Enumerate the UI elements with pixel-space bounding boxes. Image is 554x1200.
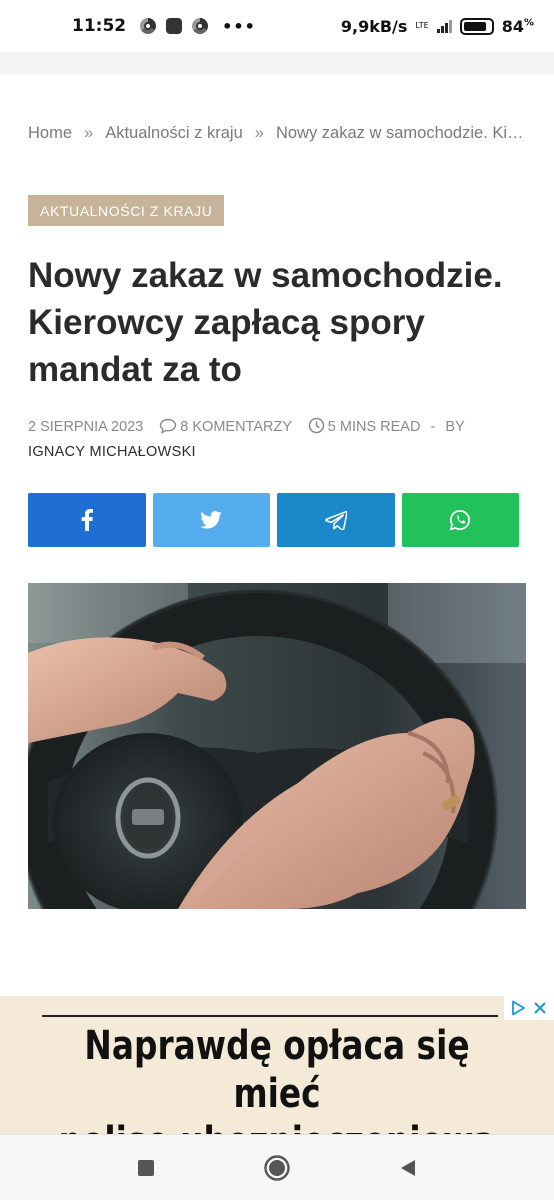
author-link[interactable]: IGNACY MICHAŁOWSKI bbox=[28, 444, 196, 460]
article-meta: 2 SIERPNIA 2023 8 KOMENTARZY 5 MINS READ… bbox=[28, 417, 528, 437]
signal-icon bbox=[436, 19, 452, 33]
breadcrumb-section-link[interactable]: Aktualności z kraju bbox=[105, 124, 243, 142]
breadcrumb-current: Nowy zakaz w samochodzie. Kierowcy zapła… bbox=[275, 124, 528, 142]
share-telegram-button[interactable] bbox=[277, 493, 395, 547]
system-navigation-bar bbox=[0, 1134, 554, 1200]
ad-headline-line2: polisę ubezpieczeniową bbox=[50, 1118, 504, 1134]
chrome-notification-icon-2 bbox=[192, 18, 209, 34]
status-bar: 11:52 ••• 9,9kB/s LTE 84% bbox=[0, 0, 554, 52]
advertisement-banner[interactable]: Naprawdę opłaca się mieć polisę ubezpiec… bbox=[0, 996, 554, 1134]
ad-choices bbox=[504, 996, 554, 1020]
read-time: 5 MINS READ bbox=[327, 419, 421, 435]
whatsapp-icon bbox=[449, 509, 471, 531]
clock-icon bbox=[308, 417, 325, 434]
breadcrumb-separator: » bbox=[84, 124, 94, 142]
network-speed: 9,9kB/s bbox=[340, 16, 408, 36]
telegram-icon bbox=[324, 510, 347, 530]
facebook-icon bbox=[81, 509, 93, 531]
ad-close-icon[interactable] bbox=[530, 998, 550, 1018]
share-twitter-button[interactable] bbox=[152, 493, 270, 547]
home-button[interactable] bbox=[257, 1148, 297, 1188]
meta-dash: - bbox=[430, 419, 436, 435]
page-header-strip bbox=[0, 52, 554, 75]
share-facebook-button[interactable] bbox=[28, 493, 146, 547]
steering-wheel-photo bbox=[28, 583, 526, 909]
article-date: 2 SIERPNIA 2023 bbox=[28, 419, 144, 435]
status-time: 11:52 bbox=[72, 16, 127, 36]
breadcrumb: Home » Aktualności z kraju » Nowy zakaz w sa… bbox=[28, 124, 528, 143]
share-whatsapp-button[interactable] bbox=[401, 493, 519, 547]
network-type: LTE bbox=[415, 21, 429, 30]
article-hero-image bbox=[28, 583, 526, 909]
breadcrumb-home-link[interactable]: Home bbox=[28, 124, 72, 142]
more-notifications-icon: ••• bbox=[222, 16, 256, 36]
app-notification-icon bbox=[166, 18, 183, 34]
comments-count[interactable]: 8 KOMENTARZY bbox=[180, 419, 291, 435]
share-bar bbox=[28, 493, 519, 547]
comment-icon bbox=[160, 418, 177, 434]
square-icon bbox=[137, 1159, 154, 1176]
battery-percentage: 84% bbox=[501, 16, 534, 36]
chrome-notification-icon bbox=[140, 18, 157, 34]
back-button[interactable] bbox=[388, 1148, 428, 1188]
by-label: BY bbox=[445, 419, 465, 435]
circle-icon bbox=[264, 1154, 290, 1181]
ad-divider bbox=[42, 1015, 498, 1017]
ad-headline-line1: Naprawdę opłaca się mieć bbox=[84, 1023, 470, 1117]
breadcrumb-separator: » bbox=[254, 124, 264, 142]
battery-icon bbox=[459, 17, 494, 35]
back-triangle-icon bbox=[401, 1159, 416, 1176]
article-title: Nowy zakaz w samochodzie. Kierowcy zapła… bbox=[28, 256, 503, 389]
twitter-icon bbox=[200, 511, 223, 529]
ad-headline: Naprawdę opłaca się mieć polisę ubezpiec… bbox=[50, 1022, 504, 1134]
adchoices-icon[interactable] bbox=[508, 998, 528, 1018]
category-badge[interactable]: AKTUALNOŚCI Z KRAJU bbox=[28, 195, 225, 226]
recent-apps-button[interactable] bbox=[126, 1148, 166, 1188]
comments-link[interactable]: 8 KOMENTARZY bbox=[159, 418, 296, 435]
